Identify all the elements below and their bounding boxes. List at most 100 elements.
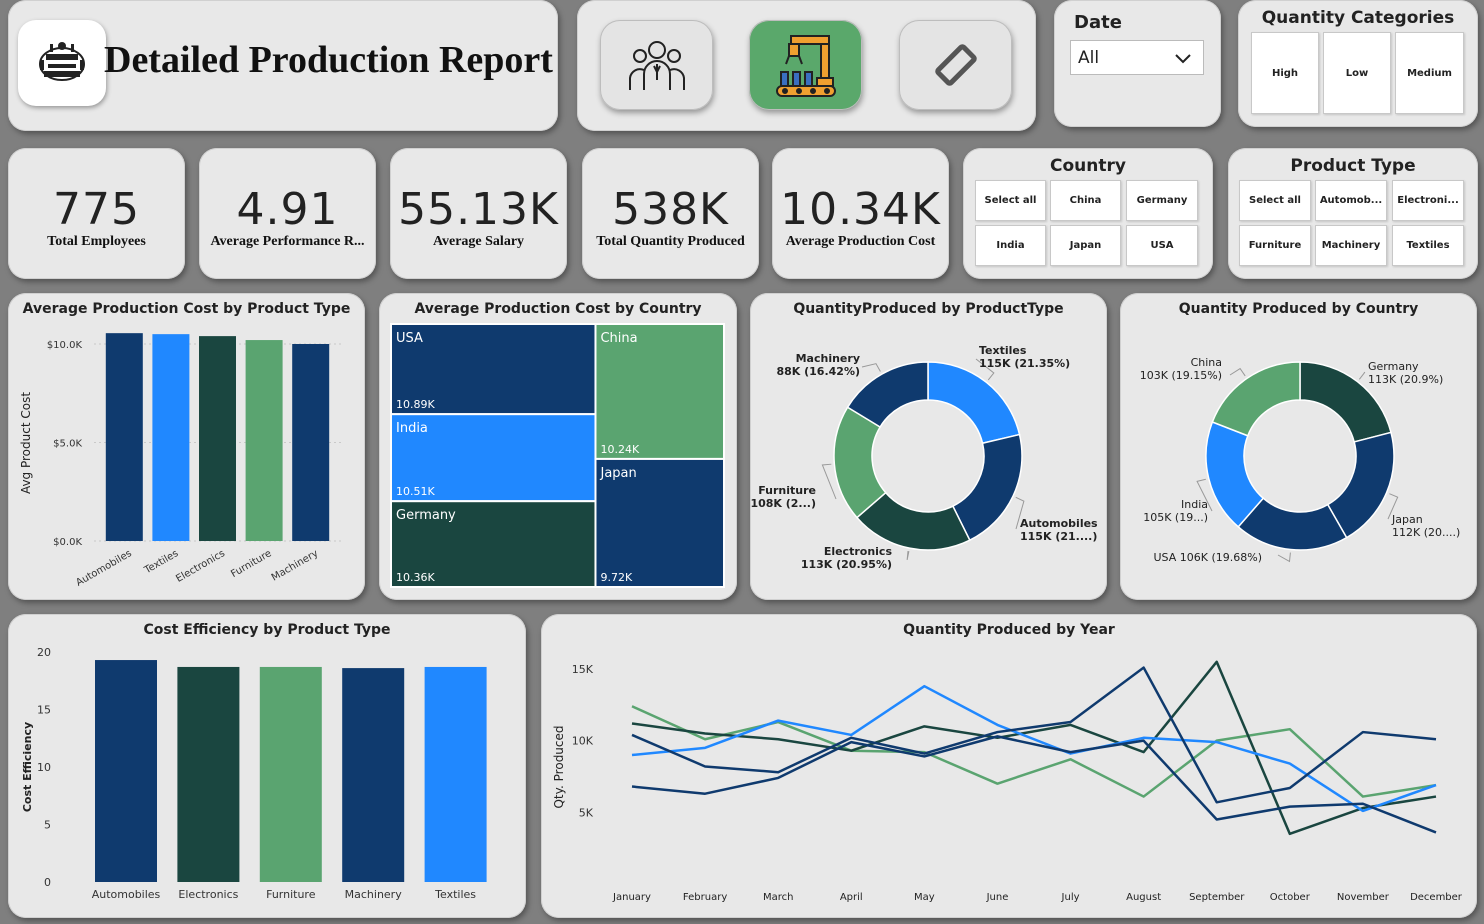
- treemap-tile-value: 10.36K: [396, 571, 435, 584]
- x-tick-label: October: [1270, 892, 1311, 903]
- x-tick-label: Automobiles: [92, 888, 161, 901]
- country-option-select-all[interactable]: Select all: [975, 180, 1046, 221]
- treemap-tile-name: USA: [396, 331, 423, 346]
- product-option-textiles[interactable]: Textiles: [1392, 225, 1464, 266]
- kpi-value: 55.13K: [398, 184, 559, 235]
- y-tick-label: $10.0K: [47, 340, 83, 351]
- x-tick-label: April: [840, 892, 863, 903]
- production-page-button[interactable]: [749, 20, 862, 110]
- company-logo: [18, 20, 106, 106]
- donut-slice: [927, 361, 1021, 445]
- donut-slice: [951, 433, 1023, 542]
- x-tick-label: March: [763, 892, 793, 903]
- y-axis-label: Avg Product Cost: [19, 392, 33, 494]
- slice-name: China: [1191, 356, 1222, 369]
- date-dropdown[interactable]: All: [1070, 40, 1204, 75]
- page-title: Detailed Production Report: [104, 39, 553, 81]
- donut-slice: [1211, 361, 1301, 437]
- country-slicer-title: Country: [1050, 156, 1126, 176]
- product-option-furniture[interactable]: Furniture: [1239, 225, 1311, 266]
- slice-name: Textiles: [979, 344, 1027, 357]
- country-option-china[interactable]: China: [1050, 180, 1121, 221]
- employees-page-button[interactable]: [600, 20, 713, 110]
- qty-by-country-donut: Germany113K (20.9%) Japan112K (20....) USA…: [1140, 356, 1461, 564]
- slice-name: India: [1181, 498, 1208, 511]
- country-option-usa[interactable]: USA: [1126, 225, 1198, 266]
- treemap-tile-name: Japan: [599, 466, 636, 481]
- quantity-category-medium[interactable]: Medium: [1395, 32, 1464, 114]
- slice-value-label: 115K (21.35%): [979, 357, 1070, 370]
- product-type-slicer-title: Product Type: [1290, 156, 1416, 176]
- date-slicer-label: Date: [1074, 12, 1122, 33]
- clear-filters-button[interactable]: [899, 20, 1012, 110]
- kpi-label: Total Employees: [47, 234, 146, 249]
- bar: [245, 340, 283, 541]
- x-tick-label: Electronics: [178, 888, 238, 901]
- slice-name: Germany: [1368, 360, 1419, 373]
- leader-line: [1358, 371, 1366, 380]
- x-tick-label: July: [1061, 892, 1080, 903]
- slice-value-label: 88K (16.42%): [776, 365, 860, 378]
- slice-value-label: 115K (21....): [1020, 530, 1097, 543]
- product-option-electronics[interactable]: Electroni...: [1392, 180, 1464, 221]
- country-option-germany[interactable]: Germany: [1126, 180, 1198, 221]
- series-line: [631, 666, 1437, 804]
- leader-line: [1277, 552, 1291, 563]
- slice-name: Furniture: [758, 484, 816, 497]
- treemap-tile-value: 10.24K: [600, 443, 639, 456]
- bar: [152, 334, 190, 541]
- country-option-india[interactable]: India: [975, 225, 1046, 266]
- product-option-select-all[interactable]: Select all: [1239, 180, 1311, 221]
- slice-value-label: 112K (20....): [1392, 526, 1460, 539]
- x-tick-label: November: [1337, 892, 1390, 903]
- x-tick-label: February: [683, 892, 727, 903]
- bar: [424, 666, 487, 882]
- x-tick-label: Machinery: [270, 548, 321, 584]
- emblem-icon: [39, 42, 85, 81]
- x-tick-label: Automobiles: [74, 548, 133, 589]
- quantity-category-high[interactable]: High: [1251, 32, 1319, 114]
- qty-by-year-chart: Quantity Produced by Year 5K 10K 15K Qty. P…: [541, 614, 1477, 918]
- slice-value-label: USA 106K (19.68%): [1154, 551, 1263, 564]
- avg-cost-by-country-chart: Average Production Cost by Country USA 10…: [379, 293, 737, 600]
- kpi-label: Average Salary: [432, 234, 525, 249]
- y-tick-label: 20: [37, 646, 51, 659]
- treemap-tile-name: India: [396, 421, 428, 436]
- leader-line: [906, 550, 910, 561]
- kpi-value: 10.34K: [780, 184, 941, 235]
- date-dropdown-value: All: [1078, 47, 1100, 68]
- product-option-machinery[interactable]: Machinery: [1315, 225, 1387, 266]
- eraser-icon: [934, 44, 977, 86]
- x-tick-label: December: [1410, 892, 1463, 903]
- avg-cost-bar-chart: $0.0K $5.0K $10.0K Avg Product Cost Automobi…: [19, 333, 341, 589]
- x-tick-label: Textiles: [434, 888, 476, 901]
- y-tick-label: 15K: [572, 663, 594, 676]
- chevron-down-icon: [1175, 54, 1191, 64]
- kpi-value: 775: [53, 184, 140, 235]
- y-tick-label: $0.0K: [53, 537, 82, 548]
- x-tick-label: Textiles: [142, 548, 181, 577]
- y-tick-label: 0: [44, 876, 51, 889]
- slice-value-label: 108K (2...): [750, 497, 816, 510]
- x-tick-label: August: [1126, 892, 1161, 903]
- country-option-japan[interactable]: Japan: [1050, 225, 1121, 266]
- slice-name: Japan: [1391, 513, 1423, 526]
- bar: [292, 344, 330, 541]
- y-tick-label: 10K: [572, 735, 594, 748]
- leader-line: [1229, 367, 1246, 377]
- quantity-categories-slicer: Quantity Categories High Low Medium: [1238, 0, 1478, 127]
- product-option-automobiles[interactable]: Automob...: [1315, 180, 1387, 221]
- bar: [177, 666, 240, 882]
- slice-value-label: 105K (19...): [1143, 511, 1208, 524]
- quantity-category-low[interactable]: Low: [1323, 32, 1391, 114]
- series-line: [631, 684, 1437, 813]
- bar: [199, 336, 236, 541]
- x-tick-label: May: [914, 892, 935, 903]
- kpi-label: Average Production Cost: [785, 234, 936, 249]
- x-tick-label: January: [612, 892, 651, 903]
- x-tick-label: Furniture: [266, 888, 316, 901]
- leader-line: [821, 463, 837, 500]
- kpi-label: Total Quantity Produced: [596, 234, 745, 249]
- kpi-total-quantity: 538K Total Quantity Produced: [582, 148, 759, 279]
- series-line: [631, 660, 1437, 836]
